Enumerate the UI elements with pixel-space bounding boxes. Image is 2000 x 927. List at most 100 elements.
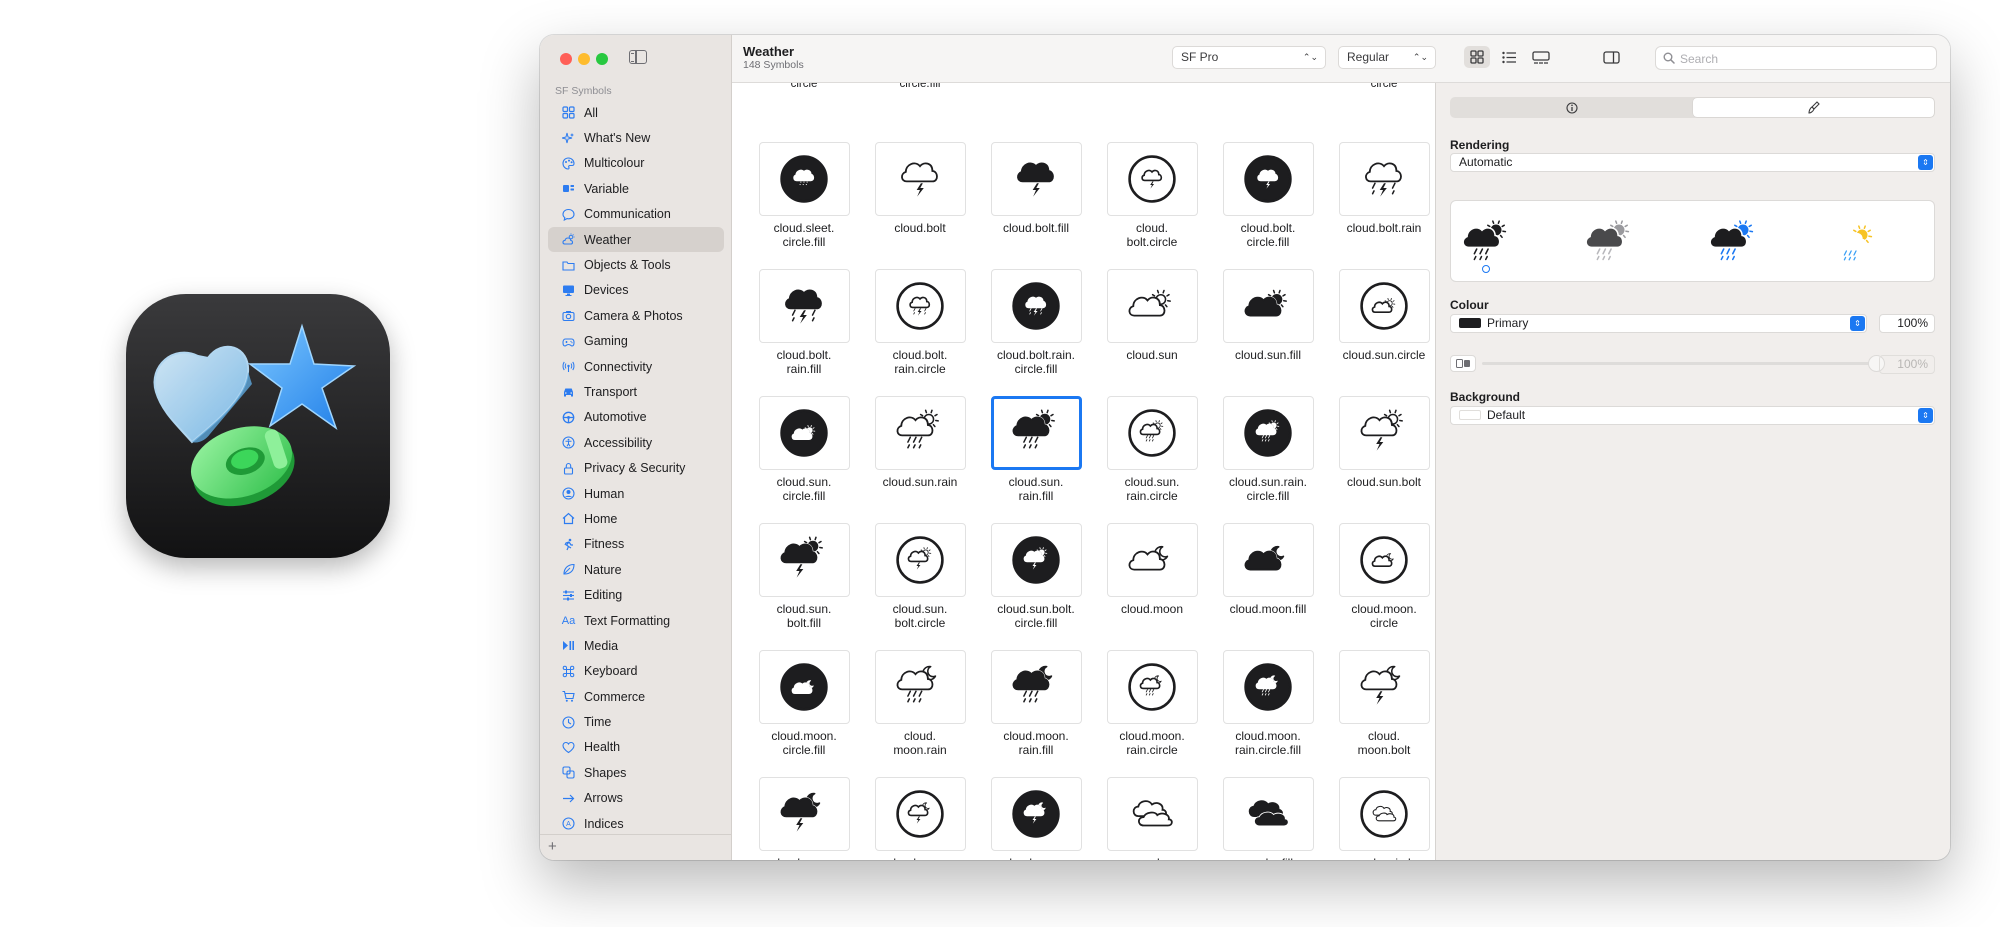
symbol-tile[interactable]: cloud.moon. rain.circle.fill bbox=[1210, 650, 1326, 757]
symbol-tile[interactable]: cloud.moon. circle.fill bbox=[746, 650, 862, 757]
symbol-name: cloud.bolt. rain.circle bbox=[892, 348, 948, 376]
mode-palette-icon[interactable] bbox=[1703, 211, 1763, 271]
symbol-tile[interactable]: cloud.sun. rain.fill bbox=[978, 396, 1094, 503]
symbol-name: cloud.sun.circle bbox=[1342, 348, 1426, 362]
list-view-icon bbox=[1501, 51, 1516, 63]
symbol-tile[interactable]: cloud.bolt. rain.fill bbox=[746, 269, 862, 376]
symbol-tile[interactable]: cloud.sleet. circle.fill bbox=[746, 142, 862, 249]
person-icon bbox=[562, 487, 575, 500]
symbol-tile[interactable]: cloud.sun.rain bbox=[862, 396, 978, 489]
sidebar-item-media[interactable]: Media bbox=[548, 633, 724, 658]
symbol-tile[interactable]: cloud.sun bbox=[1094, 269, 1210, 362]
sidebar-item-what-s-new[interactable]: What's New bbox=[548, 125, 724, 150]
symbol-tile[interactable]: cloud.sun. rain.circle bbox=[1094, 396, 1210, 503]
symbol-tile[interactable]: cloud.bolt.fill bbox=[978, 142, 1094, 235]
mode-multicolour-icon[interactable] bbox=[1826, 211, 1886, 271]
sidebar-item-indices[interactable]: A Indices bbox=[548, 811, 724, 836]
sidebar-item-keyboard[interactable]: Keyboard bbox=[548, 659, 724, 684]
sidebar-item-health[interactable]: Health bbox=[548, 735, 724, 760]
sidebar-item-shapes[interactable]: Shapes bbox=[548, 760, 724, 785]
sidebar-item-accessibility[interactable]: Accessibility bbox=[548, 430, 724, 455]
search-input[interactable] bbox=[1680, 50, 1930, 67]
symbol-tile[interactable]: smoke bbox=[1094, 777, 1210, 860]
symbol-tile[interactable]: cloud.bolt. rain.circle bbox=[862, 269, 978, 376]
font-family-popup[interactable]: SF Pro ⌃⌄ bbox=[1172, 46, 1326, 69]
symbol-tile[interactable]: cloud.moon. rain.circle bbox=[1094, 650, 1210, 757]
rendering-tab[interactable] bbox=[1693, 98, 1934, 117]
sidebar-item-connectivity[interactable]: Connectivity bbox=[548, 354, 724, 379]
symbol-tile[interactable]: cloud.sun.bolt. circle.fill bbox=[978, 523, 1094, 630]
secondary-opacity-slider[interactable] bbox=[1482, 362, 1876, 365]
symbol-tile[interactable]: cloud.sun.fill bbox=[1210, 269, 1326, 362]
sidebar-item-devices[interactable]: Devices bbox=[548, 278, 724, 303]
sidebar-item-home[interactable]: Home bbox=[548, 506, 724, 531]
sidebar-item-transport[interactable]: Transport bbox=[548, 379, 724, 404]
symbol-tile[interactable]: cloud. moon.rain bbox=[862, 650, 978, 757]
symbol-tile[interactable]: cloud.bolt. circle.fill bbox=[1210, 142, 1326, 249]
sidebar-item-variable[interactable]: Variable bbox=[548, 176, 724, 201]
grid-view-button[interactable] bbox=[1464, 46, 1490, 68]
rendering-mode-select[interactable]: Automatic ⇕ bbox=[1450, 153, 1935, 172]
symbol-tile[interactable]: cloud.moon. bolt.fill bbox=[746, 777, 862, 860]
search-field[interactable] bbox=[1655, 46, 1937, 70]
sidebar-item-gaming[interactable]: Gaming bbox=[548, 329, 724, 354]
sidebar-item-human[interactable]: Human bbox=[548, 481, 724, 506]
info-tab[interactable] bbox=[1451, 98, 1692, 117]
sidebar-item-automotive[interactable]: Automotive bbox=[548, 405, 724, 430]
zoom-window-button[interactable] bbox=[596, 53, 608, 65]
symbol-tile[interactable]: cloud.bolt.rain. circle.fill bbox=[978, 269, 1094, 376]
indices-icon: A bbox=[562, 817, 575, 830]
sidebar-item-text-formatting[interactable]: Aa Text Formatting bbox=[548, 608, 724, 633]
inspector-toggle-button[interactable] bbox=[1598, 46, 1624, 68]
mode-monochrome-icon[interactable] bbox=[1456, 211, 1516, 271]
minimize-window-button[interactable] bbox=[578, 53, 590, 65]
sidebar-item-time[interactable]: Time bbox=[548, 709, 724, 734]
sidebar-item-camera-photos[interactable]: Camera & Photos bbox=[548, 303, 724, 328]
colour-opacity-field[interactable]: 100% bbox=[1879, 314, 1935, 333]
symbol-tile[interactable]: cloud.sun. bolt.circle bbox=[862, 523, 978, 630]
symbol-count: 148 Symbols bbox=[743, 59, 804, 71]
symbol-tile[interactable]: cloud.sun. circle.fill bbox=[746, 396, 862, 503]
symbol-tile[interactable]: cloud.sun.bolt bbox=[1326, 396, 1435, 489]
sidebar-item-multicolour[interactable]: Multicolour bbox=[548, 151, 724, 176]
symbol-tile[interactable]: smoke.fill bbox=[1210, 777, 1326, 860]
background-swatch bbox=[1459, 410, 1481, 420]
symbol-tile[interactable]: cloud.moon. rain.fill bbox=[978, 650, 1094, 757]
secondary-colour-button[interactable] bbox=[1450, 355, 1476, 372]
steering-wheel-icon bbox=[562, 411, 575, 424]
sidebar-item-objects-tools[interactable]: Objects & Tools bbox=[548, 252, 724, 277]
list-view-button[interactable] bbox=[1496, 46, 1522, 68]
symbol-tile[interactable]: cloud.moon bbox=[1094, 523, 1210, 616]
sidebar-item-fitness[interactable]: Fitness bbox=[548, 532, 724, 557]
sidebar-item-weather[interactable]: Weather bbox=[548, 226, 724, 253]
background-value: Default bbox=[1487, 408, 1526, 422]
add-collection-button[interactable]: + bbox=[548, 838, 557, 855]
sidebar-item-communication[interactable]: Communication bbox=[548, 202, 724, 227]
sidebar-toggle-icon[interactable] bbox=[629, 50, 647, 64]
symbol-tile[interactable]: cloud.sun.rain. circle.fill bbox=[1210, 396, 1326, 503]
sidebar-item-commerce[interactable]: Commerce bbox=[548, 684, 724, 709]
sidebar-item-editing[interactable]: Editing bbox=[548, 582, 724, 607]
sidebar-item-arrows[interactable]: Arrows bbox=[548, 786, 724, 811]
symbol-tile[interactable]: cloud. moon.bolt bbox=[1326, 650, 1435, 757]
symbol-tile[interactable]: cloud.moon.fill bbox=[1210, 523, 1326, 616]
sidebar-item-nature[interactable]: Nature bbox=[548, 557, 724, 582]
mode-hierarchical-icon[interactable] bbox=[1579, 211, 1639, 271]
symbol-name: cloud.sun. bolt.circle bbox=[892, 602, 948, 630]
symbol-tile[interactable]: cloud. bolt.circle bbox=[1094, 142, 1210, 249]
symbol-tile[interactable]: cloud.bolt.rain bbox=[1326, 142, 1435, 235]
symbol-tile[interactable]: cloud.sun.circle bbox=[1326, 269, 1435, 362]
background-select[interactable]: Default ⇕ bbox=[1450, 406, 1935, 425]
symbol-tile[interactable]: cloud.moon. circle bbox=[1326, 523, 1435, 630]
sidebar-item-all[interactable]: All bbox=[548, 100, 724, 125]
symbol-tile[interactable]: smoke.circle bbox=[1326, 777, 1435, 860]
symbol-tile[interactable]: cloud.moon. bolt.circle.fill bbox=[978, 777, 1094, 860]
symbol-tile[interactable]: cloud.moon. bolt.circle bbox=[862, 777, 978, 860]
font-weight-popup[interactable]: Regular ⌃⌄ bbox=[1338, 46, 1436, 69]
colour-select[interactable]: Primary ⇕ bbox=[1450, 314, 1867, 333]
sidebar-item-privacy-security[interactable]: Privacy & Security bbox=[548, 455, 724, 480]
gallery-view-button[interactable] bbox=[1528, 46, 1554, 68]
close-window-button[interactable] bbox=[560, 53, 572, 65]
symbol-tile[interactable]: cloud.bolt bbox=[862, 142, 978, 235]
symbol-tile[interactable]: cloud.sun. bolt.fill bbox=[746, 523, 862, 630]
